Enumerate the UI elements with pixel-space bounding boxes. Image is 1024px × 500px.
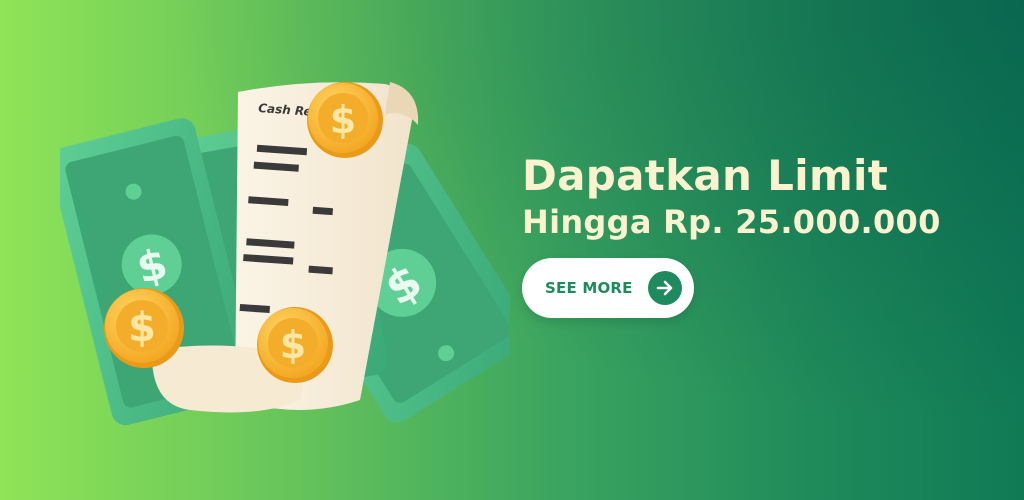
svg-text:$: $ [128,305,156,351]
svg-text:$: $ [330,98,356,142]
coin-icon: $ [307,82,383,158]
see-more-label: SEE MORE [545,279,633,297]
promo-banner: $ $ Cash Re $ $ $ Dapatkan Limit Hingga … [0,0,1024,500]
coin-icon: $ [104,288,184,368]
see-more-button[interactable]: SEE MORE [522,258,694,318]
money-illustration: $ $ Cash Re $ $ $ [60,82,510,426]
coin-icon: $ [257,307,333,383]
svg-text:$: $ [280,323,306,367]
headline: Dapatkan Limit Hingga Rp. 25.000.000 [522,150,941,242]
headline-line-2: Hingga Rp. 25.000.000 [522,203,941,241]
arrow-right-icon[interactable] [648,271,682,305]
headline-line-1: Dapatkan Limit [522,151,889,200]
